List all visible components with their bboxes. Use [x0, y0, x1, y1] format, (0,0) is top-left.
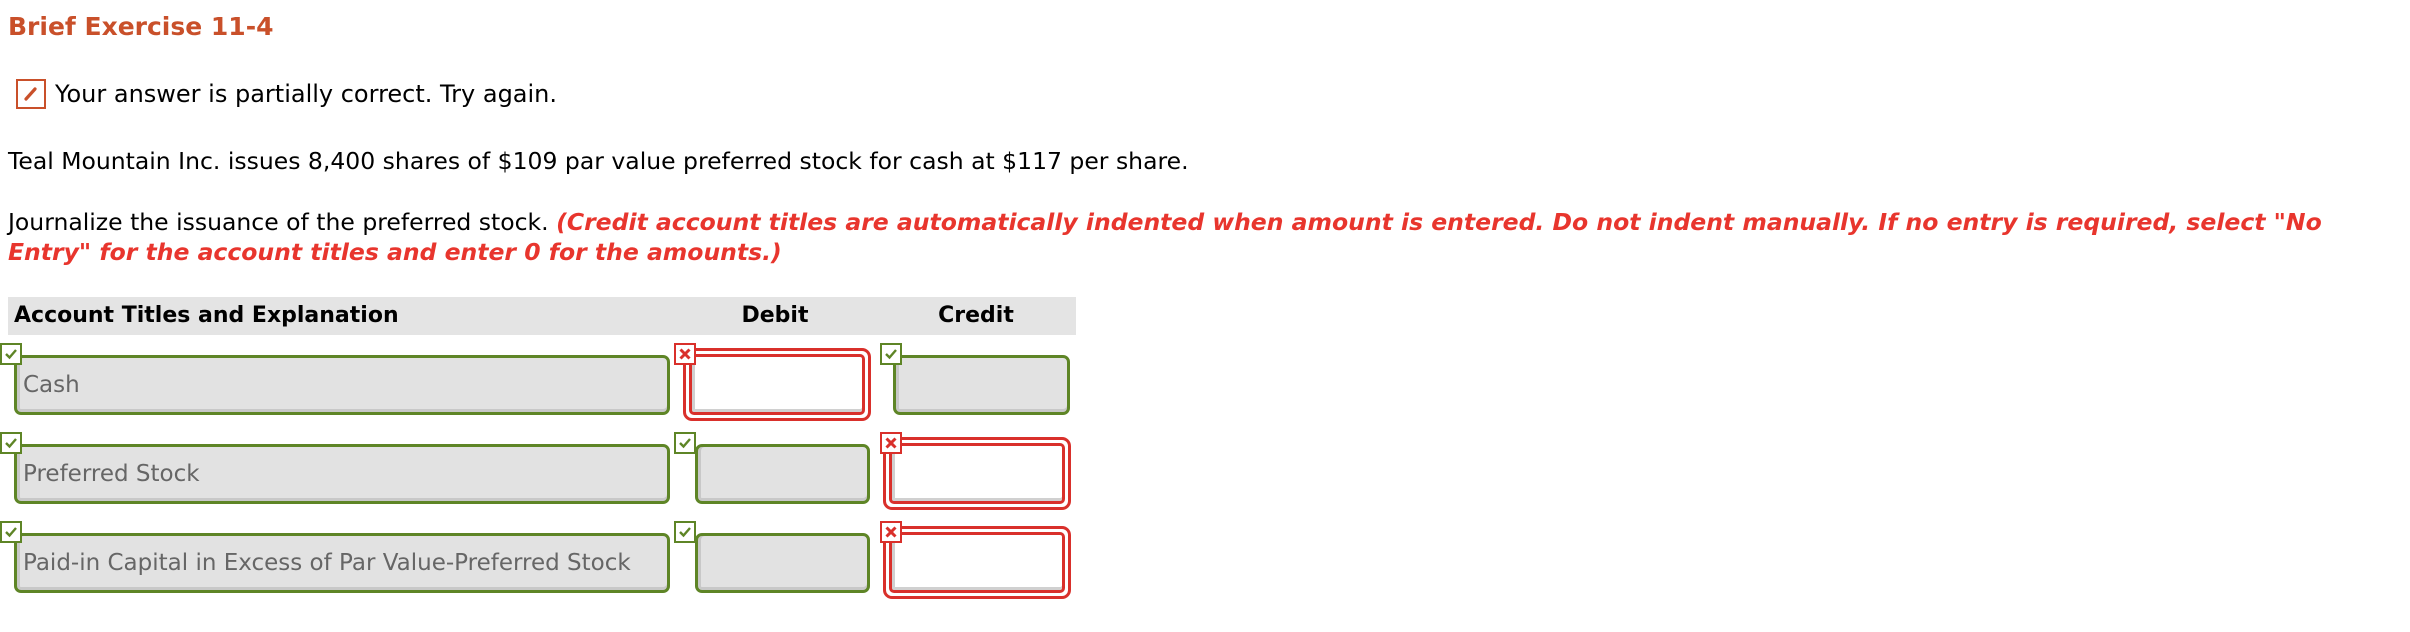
debit-amount-field-border	[689, 354, 865, 415]
check-icon	[0, 432, 22, 454]
pencil-icon	[16, 79, 46, 109]
answer-status: Your answer is partially correct. Try ag…	[16, 78, 557, 110]
account-title-field[interactable]	[14, 533, 670, 593]
debit-amount-field-wrapper	[683, 348, 871, 421]
account-title-field[interactable]	[14, 444, 670, 504]
check-icon	[674, 432, 696, 454]
account-title-field[interactable]	[14, 355, 670, 415]
credit-amount-field-border	[889, 532, 1065, 593]
exercise-title: Brief Exercise 11-4	[8, 12, 274, 41]
instruction-text: Journalize the issuance of the preferred…	[8, 208, 557, 236]
credit-amount-field-wrapper	[883, 526, 1071, 599]
credit-amount-field-wrapper	[883, 437, 1071, 510]
x-icon	[880, 432, 902, 454]
instructions: Journalize the issuance of the preferred…	[8, 207, 2403, 267]
debit-amount-field[interactable]	[695, 533, 870, 593]
credit-amount-field[interactable]	[892, 535, 1062, 590]
credit-amount-field[interactable]	[892, 446, 1062, 501]
debit-amount-field[interactable]	[692, 357, 862, 412]
header-credit: Credit	[938, 303, 1014, 328]
header-account-titles: Account Titles and Explanation	[14, 303, 399, 328]
check-icon	[0, 521, 22, 543]
check-icon	[674, 521, 696, 543]
x-icon	[674, 343, 696, 365]
problem-statement: Teal Mountain Inc. issues 8,400 shares o…	[8, 147, 1189, 175]
check-icon	[0, 343, 22, 365]
x-icon	[880, 521, 902, 543]
credit-amount-field[interactable]	[893, 355, 1070, 415]
header-debit: Debit	[741, 303, 809, 328]
status-message: Your answer is partially correct. Try ag…	[55, 80, 558, 108]
debit-amount-field[interactable]	[695, 444, 870, 504]
credit-amount-field-border	[889, 443, 1065, 504]
check-icon	[880, 343, 902, 365]
journal-table-header: Account Titles and Explanation Debit Cre…	[8, 297, 1076, 335]
